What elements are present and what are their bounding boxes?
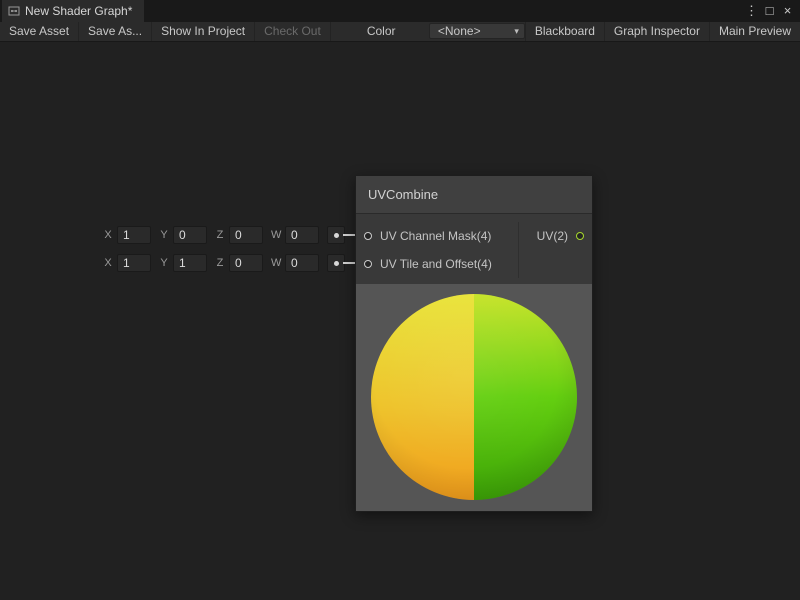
save-asset-button[interactable]: Save Asset	[0, 22, 79, 41]
node-preview	[356, 284, 592, 511]
close-icon[interactable]: ×	[780, 0, 795, 22]
field-label-z: Z	[215, 229, 225, 241]
preview-sphere	[371, 294, 577, 500]
toolbar: Save Asset Save As... Show In Project Ch…	[0, 22, 800, 42]
blackboard-toggle-button[interactable]: Blackboard	[525, 22, 604, 41]
field-label-w: W	[271, 229, 281, 241]
node-body: UV Channel Mask(4) UV Tile and Offset(4)…	[356, 214, 592, 284]
field-label-z: Z	[215, 257, 225, 269]
graph-inspector-toggle-button[interactable]: Graph Inspector	[604, 22, 709, 41]
field-label-y: Y	[159, 229, 169, 241]
check-out-button: Check Out	[255, 22, 331, 41]
field-label-x: X	[103, 257, 113, 269]
shader-graph-icon	[8, 5, 20, 17]
sphere-shading	[371, 294, 577, 500]
field-value-y[interactable]: 1	[173, 254, 207, 272]
input-port-uv-channel-mask[interactable]	[364, 232, 372, 240]
titlebar: New Shader Graph* ⋮ □ ×	[0, 0, 800, 22]
toolbar-right-group: Blackboard Graph Inspector Main Preview	[525, 22, 800, 41]
save-as-button[interactable]: Save As...	[79, 22, 152, 41]
main-preview-toggle-button[interactable]: Main Preview	[709, 22, 800, 41]
field-label-w: W	[271, 257, 281, 269]
output-port-uv[interactable]	[576, 232, 584, 240]
node-title: UVCombine	[368, 187, 438, 202]
field-value-z[interactable]: 0	[229, 226, 263, 244]
input-port-uv-tile-offset[interactable]	[364, 260, 372, 268]
kebab-menu-icon[interactable]: ⋮	[744, 0, 759, 22]
color-mode-dropdown[interactable]: <None> ▾	[429, 23, 525, 39]
field-label-y: Y	[159, 257, 169, 269]
node-input-ports: UV Channel Mask(4) UV Tile and Offset(4)	[356, 222, 518, 278]
port-label: UV Channel Mask(4)	[380, 229, 491, 243]
field-value-x[interactable]: 1	[117, 226, 151, 244]
maximize-icon[interactable]: □	[762, 0, 777, 22]
field-value-z[interactable]: 0	[229, 254, 263, 272]
connector-dot-icon	[334, 261, 339, 266]
chevron-down-icon: ▾	[514, 26, 519, 37]
node-uvcombine[interactable]: UVCombine UV Channel Mask(4) UV Tile and…	[355, 175, 593, 512]
document-tab[interactable]: New Shader Graph*	[2, 0, 144, 22]
port-label: UV Tile and Offset(4)	[380, 257, 492, 271]
color-mode-value: <None>	[438, 24, 481, 38]
graph-canvas[interactable]: X 1 Y 0 Z 0 W 0 X 1 Y 1 Z 0 W	[0, 42, 800, 600]
vector4-input-row-2: X 1 Y 1 Z 0 W 0	[103, 253, 345, 273]
port-row-uv-tile-offset: UV Tile and Offset(4)	[356, 250, 518, 278]
port-row-uv-output: UV(2)	[519, 222, 592, 250]
port-row-uv-channel-mask: UV Channel Mask(4)	[356, 222, 518, 250]
port-label: UV(2)	[537, 229, 568, 243]
vector4-input-row-1: X 1 Y 0 Z 0 W 0	[103, 225, 345, 245]
node-output-ports: UV(2)	[518, 222, 592, 278]
field-value-y[interactable]: 0	[173, 226, 207, 244]
node-header[interactable]: UVCombine	[356, 176, 592, 214]
show-in-project-button[interactable]: Show In Project	[152, 22, 255, 41]
field-label-x: X	[103, 229, 113, 241]
tab-title: New Shader Graph*	[25, 4, 132, 18]
field-value-x[interactable]: 1	[117, 254, 151, 272]
connector-dot-icon	[334, 233, 339, 238]
window-controls: ⋮ □ ×	[744, 0, 800, 22]
field-value-w[interactable]: 0	[285, 254, 319, 272]
color-mode-label: Color Mode	[361, 22, 429, 41]
field-value-w[interactable]: 0	[285, 226, 319, 244]
